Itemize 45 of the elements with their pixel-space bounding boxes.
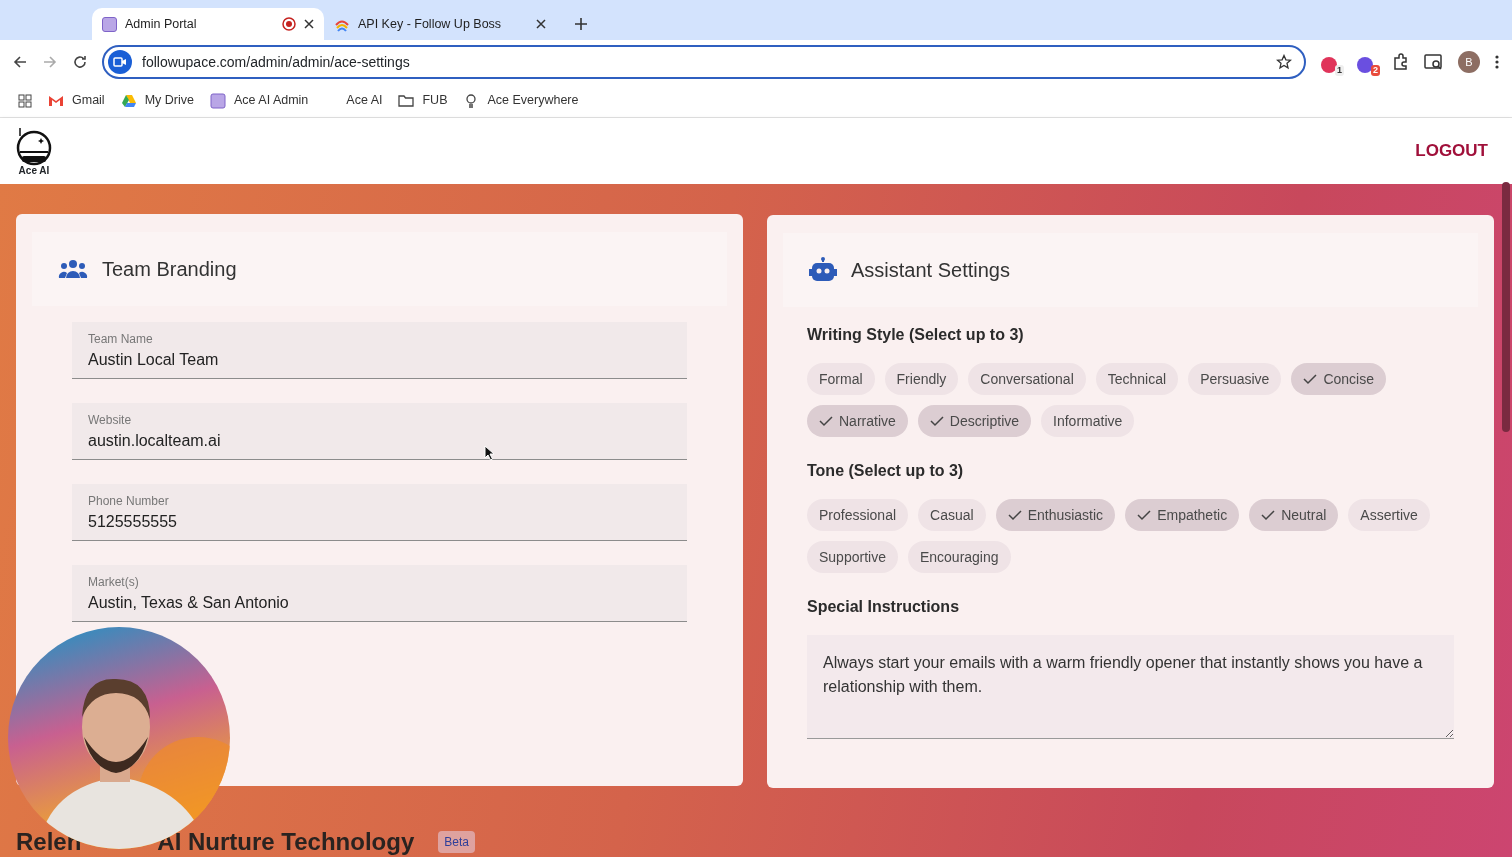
heading-text: Relen [16,827,82,857]
section-label: Tone (Select up to 3) [807,461,965,481]
option-chip[interactable]: Casual [918,499,986,531]
section-label: Special Instructions [807,597,961,617]
bookmark-link[interactable]: My Drive [120,91,194,110]
bookmark-link[interactable]: Gmail [48,91,105,110]
option-chip[interactable]: Formal [807,363,875,395]
browser-tab[interactable]: Admin Portal [92,8,324,40]
text-field[interactable]: Team Name Austin Local Team [72,322,687,379]
tab-title: Admin Portal [125,15,198,33]
option-chip[interactable]: Conversational [968,363,1086,395]
option-chip[interactable]: Descriptive [917,405,1032,437]
option-chip[interactable]: Neutral [1249,499,1339,531]
tab-title: API Key - Follow Up Boss [358,15,503,33]
section-label: Writing Style (Select up to 3) [807,325,1025,345]
bookmark-link[interactable]: Ace AI [346,91,383,110]
address-bar[interactable]: followupace.com/admin/admin/ace-settings [102,45,1306,79]
text-field[interactable]: Market(s) Austin, Texas & San Antonio [72,565,687,622]
option-chip[interactable]: Assertive [1348,499,1430,531]
option-chip[interactable]: Informative [1041,405,1135,437]
bookmark-link[interactable]: Ace AI Admin [209,91,309,110]
instructions-field[interactable]: Always start your emails with a warm friendly opener that instantly shows you have a relationship with them. [807,635,1454,739]
extension-badge: 2 [1371,65,1380,76]
text-field[interactable]: Website austin.localteam.ai [72,403,687,460]
option-chip[interactable]: Technical [1095,363,1179,395]
option-chip[interactable]: Encouraging [907,541,1011,573]
profile-avatar[interactable]: B [1458,51,1480,73]
option-chip[interactable]: Supportive [807,541,898,573]
option-chip[interactable]: Enthusiastic [995,499,1116,531]
option-chip[interactable]: Empathetic [1125,499,1240,531]
logout-button[interactable]: LOGOUT [1409,137,1494,165]
extension-badge: 1 [1335,65,1344,76]
text-field[interactable]: Phone Number 5125555555 [72,484,687,541]
option-chip[interactable]: Narrative [807,405,908,437]
url-text: followupace.com/admin/admin/ace-settings [142,52,411,72]
beta-badge: Beta [438,831,475,853]
browser-tab[interactable]: API Key - Follow Up Boss [324,8,556,40]
card-title: Assistant Settings [851,258,1010,283]
option-chip[interactable]: Professional [807,499,909,531]
bookmark-link[interactable]: Ace Everywhere [463,91,579,110]
bookmark-link[interactable]: FUB [398,91,448,110]
card-title: Team Branding [102,257,237,282]
option-chip[interactable]: Persuasive [1188,363,1282,395]
option-chip[interactable]: Concise [1291,363,1386,395]
option-chip[interactable]: Friendly [884,363,959,395]
